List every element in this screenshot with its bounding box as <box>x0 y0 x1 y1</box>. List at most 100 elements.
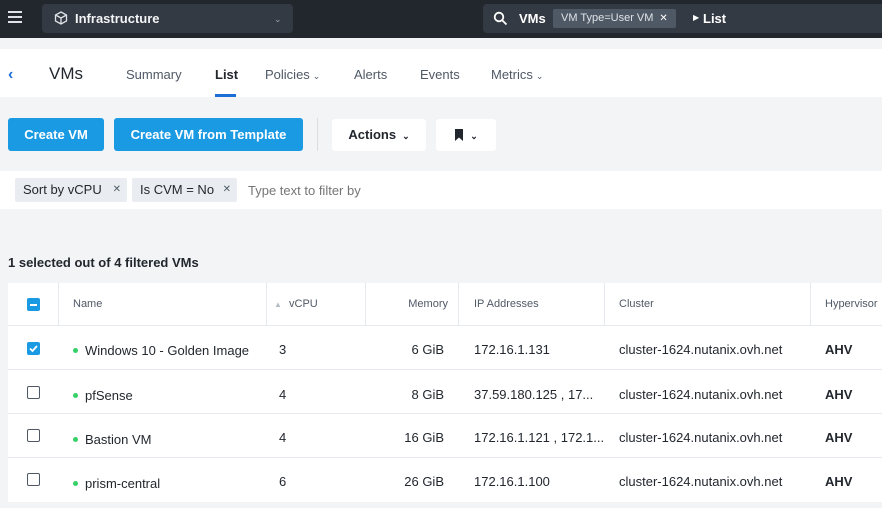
vm-ip-addresses: 172.16.1.121 , 172.1... <box>474 430 605 445</box>
actions-menu-button[interactable]: Actions ⌄ <box>332 119 426 151</box>
column-separator <box>810 283 811 326</box>
table-row[interactable]: Windows 10 - Golden Image 3 6 GiB 172.16… <box>8 326 882 370</box>
vm-memory: 6 GiB <box>411 342 444 357</box>
search-breadcrumb: List <box>703 11 727 26</box>
column-separator <box>58 283 59 326</box>
filter-chip-is-cvm[interactable]: Is CVM = No ✕ <box>132 178 237 202</box>
status-on-icon <box>73 437 78 443</box>
tab-events[interactable]: Events <box>420 67 460 82</box>
chevron-down-icon: ⌄ <box>470 131 478 141</box>
vm-table: Name ▲ vCPU Memory IP Addresses Cluster … <box>8 283 882 502</box>
vm-memory: 26 GiB <box>404 474 444 489</box>
tab-summary[interactable]: Summary <box>126 67 182 82</box>
top-bar: Infrastructure ⌄ VMs VM Type=User VM ✕ ▶ … <box>0 0 882 38</box>
filter-bar: Sort by vCPU ✕ Is CVM = No ✕ <box>0 171 882 209</box>
search-icon <box>493 11 508 26</box>
vm-name-text: Bastion VM <box>85 432 152 447</box>
filter-input[interactable] <box>248 183 548 198</box>
vm-ip-addresses: 172.16.1.100 <box>474 474 550 489</box>
selection-summary: 1 selected out of 4 filtered VMs <box>8 255 199 270</box>
status-on-icon <box>73 393 78 399</box>
tab-policies-label: Policies <box>265 67 310 82</box>
tab-list[interactable]: List <box>215 67 238 82</box>
table-row[interactable]: pfSense 4 8 GiB 37.59.180.125 , 17... cl… <box>8 370 882 414</box>
app-switcher[interactable]: Infrastructure ⌄ <box>42 4 293 33</box>
tab-policies[interactable]: Policies ⌄ <box>265 67 320 82</box>
vm-name[interactable]: prism-central <box>73 476 160 491</box>
column-header-cluster[interactable]: Cluster <box>619 298 654 310</box>
vm-name-text: prism-central <box>85 476 161 491</box>
vm-name-text: pfSense <box>85 388 133 403</box>
vm-hypervisor: AHV <box>825 342 853 357</box>
select-all-checkbox[interactable] <box>27 298 40 311</box>
vm-memory: 16 GiB <box>404 430 444 445</box>
column-header-ip-addresses[interactable]: IP Addresses <box>474 298 539 310</box>
create-vm-from-template-button[interactable]: Create VM from Template <box>114 118 303 151</box>
row-checkbox[interactable] <box>27 473 40 486</box>
vm-name[interactable]: Windows 10 - Golden Image <box>73 343 249 358</box>
global-search-bar[interactable]: VMs VM Type=User VM ✕ ▶ List <box>483 4 882 33</box>
page-title: VMs <box>49 64 83 83</box>
column-separator <box>266 283 267 326</box>
vm-name[interactable]: Bastion VM <box>73 432 151 447</box>
vm-ip-addresses: 37.59.180.125 , 17... <box>474 387 594 402</box>
close-icon[interactable]: ✕ <box>223 178 231 202</box>
table-row[interactable]: Bastion VM 4 16 GiB 172.16.1.121 , 172.1… <box>8 414 882 458</box>
close-icon[interactable]: ✕ <box>113 178 121 202</box>
vm-vcpu: 4 <box>279 387 287 402</box>
vm-hypervisor: AHV <box>825 430 853 445</box>
vm-memory: 8 GiB <box>411 387 444 402</box>
column-header-memory[interactable]: Memory <box>378 298 448 310</box>
cube-icon <box>54 11 68 25</box>
close-icon[interactable]: ✕ <box>659 13 667 24</box>
hamburger-menu-icon[interactable] <box>8 11 22 25</box>
status-on-icon <box>73 481 78 487</box>
filter-chip-sort-label: Sort by vCPU <box>23 182 102 197</box>
column-separator <box>458 283 459 326</box>
row-checkbox[interactable] <box>27 342 40 355</box>
chevron-left-icon[interactable]: ‹ <box>8 66 13 84</box>
tab-metrics-label: Metrics <box>491 67 533 82</box>
chevron-down-icon: ⌄ <box>274 14 282 24</box>
column-header-vcpu[interactable]: vCPU <box>289 298 318 310</box>
vm-cluster: cluster-1624.nutanix.ovh.net <box>619 430 783 445</box>
vm-vcpu: 4 <box>279 430 287 445</box>
column-separator <box>604 283 605 326</box>
entity-nav-bar: ‹ VMs Summary List Policies ⌄ Alerts Even… <box>0 49 882 97</box>
search-filter-chip-label: VM Type=User VM <box>561 12 654 24</box>
vm-vcpu: 3 <box>279 342 287 357</box>
vm-vcpu: 6 <box>279 474 287 489</box>
checkmark-icon <box>29 345 38 353</box>
active-tab-indicator <box>215 94 236 97</box>
chevron-down-icon: ⌄ <box>312 71 321 81</box>
table-row[interactable]: prism-central 6 26 GiB 172.16.1.100 clus… <box>8 458 882 502</box>
vm-cluster: cluster-1624.nutanix.ovh.net <box>619 474 783 489</box>
app-name: Infrastructure <box>75 11 160 26</box>
table-header: Name ▲ vCPU Memory IP Addresses Cluster … <box>8 283 882 326</box>
chevron-down-icon: ⌄ <box>402 131 410 141</box>
column-header-hypervisor[interactable]: Hypervisor <box>825 298 878 310</box>
sort-ascending-icon: ▲ <box>274 300 282 309</box>
create-vm-button[interactable]: Create VM <box>8 118 104 151</box>
search-entity: VMs <box>519 11 546 26</box>
vm-hypervisor: AHV <box>825 387 853 402</box>
tab-metrics[interactable]: Metrics ⌄ <box>491 67 543 82</box>
row-checkbox[interactable] <box>27 429 40 442</box>
row-checkbox[interactable] <box>27 386 40 399</box>
column-separator <box>365 283 366 326</box>
caret-right-icon: ▶ <box>693 13 700 22</box>
vm-hypervisor: AHV <box>825 474 853 489</box>
tab-alerts[interactable]: Alerts <box>354 67 387 82</box>
vm-cluster: cluster-1624.nutanix.ovh.net <box>619 342 783 357</box>
column-header-name[interactable]: Name <box>73 298 102 310</box>
chevron-down-icon: ⌄ <box>535 71 544 81</box>
bookmark-menu-button[interactable]: ⌄ <box>436 119 496 151</box>
filter-chip-sort[interactable]: Sort by vCPU ✕ <box>15 178 127 202</box>
vm-ip-addresses: 172.16.1.131 <box>474 342 550 357</box>
search-filter-chip[interactable]: VM Type=User VM ✕ <box>553 9 676 28</box>
actions-menu-label: Actions <box>348 127 397 142</box>
vm-name-text: Windows 10 - Golden Image <box>85 343 250 358</box>
status-on-icon <box>73 348 78 354</box>
toolbar-divider <box>317 118 318 151</box>
vm-name[interactable]: pfSense <box>73 388 133 403</box>
